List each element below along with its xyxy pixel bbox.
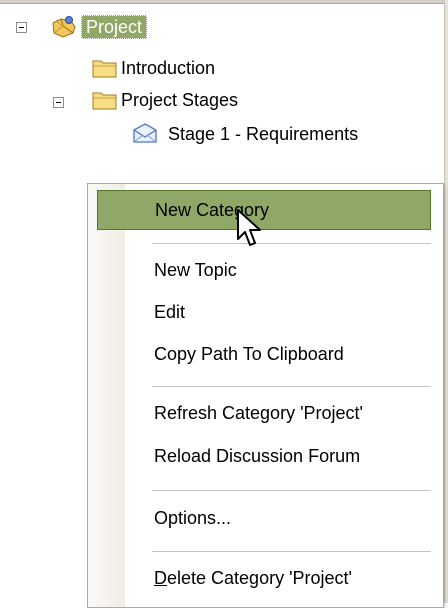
right-border [444,0,448,603]
menu-item-label: Refresh Category 'Project' [154,402,363,423]
menu-item-label: Options... [154,507,232,528]
menu-separator [152,490,431,491]
folder-icon [92,92,117,110]
tree-item-introduction[interactable]: Introduction [121,57,215,79]
collapse-project-toggle[interactable] [16,22,27,33]
menu-item-label: Reload Discussion Forum [154,445,361,466]
menu-separator [152,551,431,552]
menu-item-delete-category[interactable]: Delete Category 'Project' [97,558,431,598]
menu-item-label: Delete Category 'Project' [154,567,352,588]
menu-item-refresh-category[interactable]: Refresh Category 'Project' [97,393,431,433]
project-package-icon [52,16,76,38]
menu-item-options[interactable]: Options... [97,498,431,538]
menu-item-label: Copy Path To Clipboard [154,343,344,364]
folder-icon [92,60,117,78]
tree-item-stage-1-requirements[interactable]: Stage 1 - Requirements [168,123,358,145]
top-border [0,0,448,4]
collapse-project-stages-toggle[interactable] [53,97,64,108]
forum-tree-window: Project Introduction Project Stages Stag… [0,0,448,608]
menu-item-label: Edit [154,301,186,322]
menu-item-label: New Topic [154,259,237,280]
menu-item-edit[interactable]: Edit [97,292,431,332]
menu-item-reload-forum[interactable]: Reload Discussion Forum [97,436,431,476]
menu-separator [152,243,431,244]
menu-item-copy-path[interactable]: Copy Path To Clipboard [97,334,431,374]
menu-item-new-topic[interactable]: New Topic [97,250,431,290]
menu-separator [152,386,431,387]
mouse-pointer-icon [237,209,261,246]
tree-item-project[interactable]: Project [81,15,148,39]
topic-envelope-icon [133,123,157,143]
tree-item-project-stages[interactable]: Project Stages [121,89,238,111]
